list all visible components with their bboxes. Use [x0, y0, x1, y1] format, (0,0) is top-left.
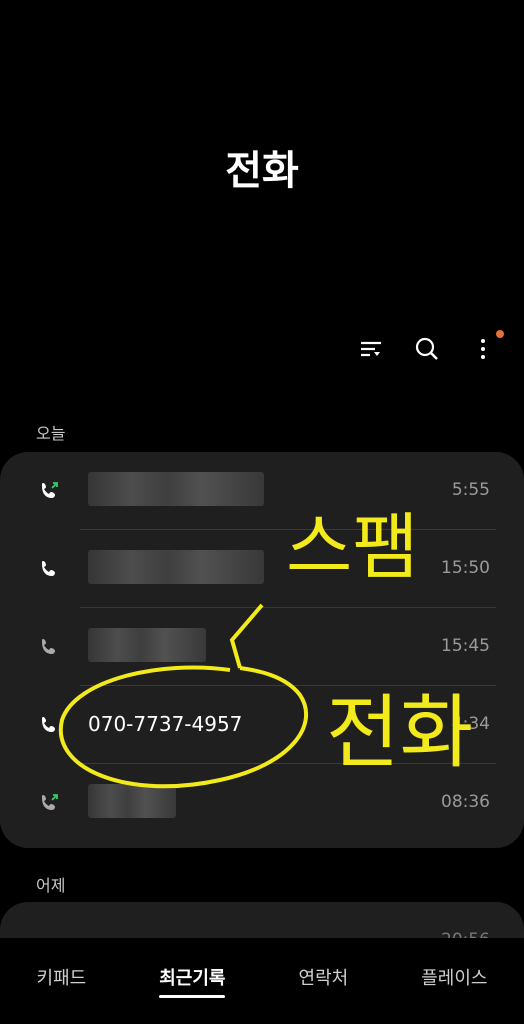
call-time: 15:50 [441, 558, 490, 578]
blurred-contact [88, 784, 176, 818]
outgoing-call-icon [42, 482, 58, 498]
call-log-card-today: 5:55 15:50 15:45 070-7737-4957 4:34 08:3… [0, 452, 524, 848]
blurred-contact [88, 472, 264, 506]
call-time: 4:34 [451, 714, 490, 734]
tab-places[interactable]: 플레이스 [421, 964, 487, 996]
phone-number: 070-7737-4957 [88, 712, 243, 736]
toolbar [358, 330, 504, 362]
section-yesterday: 어제 [36, 876, 66, 895]
notification-dot [496, 330, 504, 338]
tab-recents[interactable]: 최근기록 [159, 964, 226, 998]
call-row[interactable]: 5:55 [0, 452, 524, 530]
call-row[interactable]: 15:45 [0, 608, 524, 686]
call-time: 08:36 [441, 792, 490, 812]
search-icon[interactable] [414, 336, 440, 362]
call-log-card-yesterday: 20:56 [0, 902, 524, 938]
tab-keypad[interactable]: 키패드 [37, 964, 87, 996]
call-time: 5:55 [451, 480, 490, 500]
call-row[interactable]: 070-7737-4957 4:34 [0, 686, 524, 764]
blurred-contact [88, 550, 264, 584]
bottom-tab-bar: 키패드 최근기록 연락처 플레이스 [0, 964, 524, 998]
more-icon[interactable] [470, 330, 504, 362]
call-row[interactable]: 15:50 [0, 530, 524, 608]
call-icon [42, 561, 55, 576]
page-title: 전화 [225, 148, 299, 194]
tab-contacts[interactable]: 연락처 [299, 964, 349, 996]
blurred-contact [88, 628, 206, 662]
call-time: 20:56 [441, 930, 490, 938]
section-today: 오늘 [36, 424, 66, 443]
outgoing-call-icon [42, 794, 58, 810]
call-row[interactable]: 08:36 [0, 764, 524, 842]
call-time: 15:45 [441, 636, 490, 656]
call-icon [42, 639, 55, 654]
filter-icon[interactable] [358, 336, 384, 362]
call-icon [42, 717, 55, 732]
